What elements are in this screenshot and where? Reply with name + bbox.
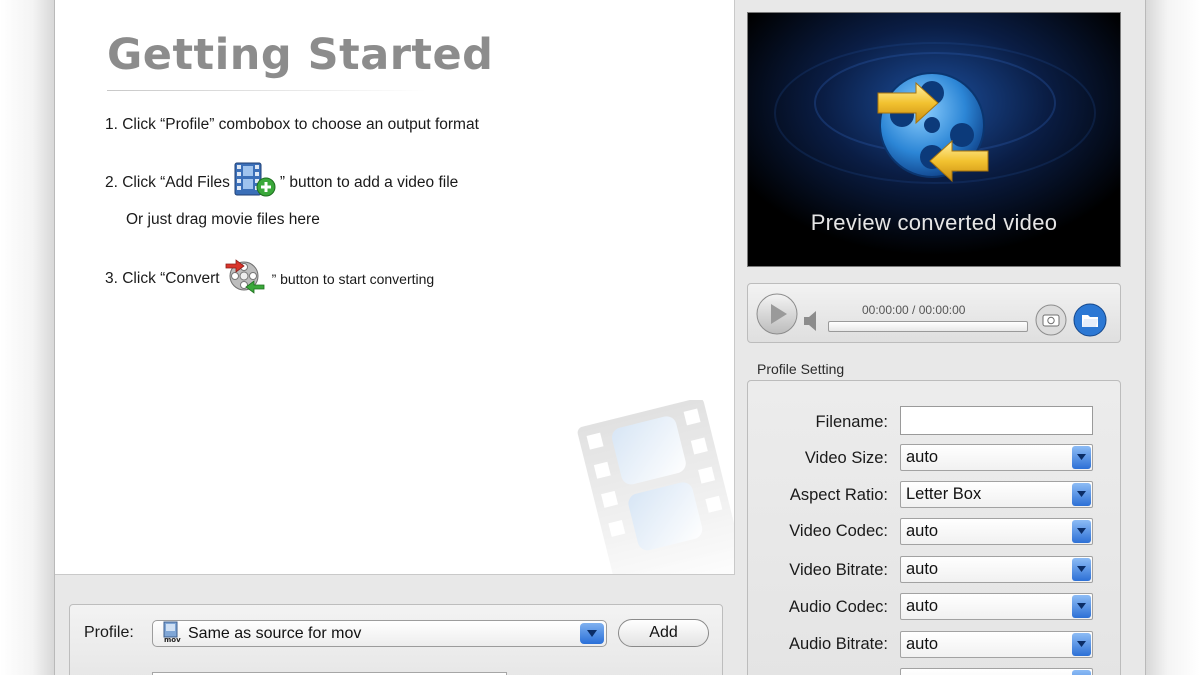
video-size-label: Video Size: (804, 449, 888, 467)
video-codec-value: auto (906, 522, 939, 540)
drop-area[interactable]: Getting Started 1. Click “Profile” combo… (55, 0, 735, 575)
mov-icon-label: mov (164, 636, 181, 643)
chevron-down-icon[interactable] (580, 623, 604, 644)
window-shadow-left (0, 0, 54, 675)
video-bitrate-select[interactable]: auto (900, 556, 1093, 583)
profile-label: Profile: (84, 624, 134, 641)
step-3-text-post: ” button to start converting (271, 270, 435, 287)
filename-label: Filename: (815, 413, 888, 431)
audio-codec-label: Audio Codec: (788, 598, 888, 616)
step-3: 3. Click “Convert ” button to start conv… (105, 256, 434, 301)
step-2-text-pre: 2. Click “Add Files (105, 173, 230, 191)
step-2-alt: Or just drag movie files here (126, 211, 320, 229)
mov-file-icon: mov (162, 621, 184, 647)
convert-icon (224, 256, 268, 301)
filename-input[interactable] (900, 406, 1093, 435)
audio-bitrate-value: auto (906, 635, 939, 653)
video-size-select[interactable]: auto (900, 444, 1093, 471)
step-2-text-post: ” button to add a video file (279, 173, 459, 191)
video-size-value: auto (906, 448, 939, 466)
audio-bitrate-select[interactable]: auto (900, 631, 1093, 658)
video-codec-label: Video Codec: (789, 522, 888, 540)
audio-codec-select[interactable]: auto (900, 593, 1093, 620)
chevron-down-icon[interactable] (1072, 595, 1091, 618)
aspect-ratio-value: Letter Box (906, 485, 982, 503)
profile-panel: Profile: mov Same as source for mov Add (69, 604, 723, 675)
seek-bar[interactable] (828, 321, 1028, 332)
aspect-ratio-label: Aspect Ratio: (789, 486, 888, 504)
chevron-down-icon[interactable] (1072, 670, 1091, 675)
video-preview: Preview converted video (747, 12, 1121, 267)
add-button[interactable]: Add (618, 619, 709, 647)
preview-caption: Preview converted video (810, 210, 1058, 235)
playback-time: 00:00:00 / 00:00:00 (862, 303, 966, 317)
audio-codec-value: auto (906, 597, 939, 615)
chevron-down-icon[interactable] (1072, 520, 1091, 543)
step-3-text-pre: 3. Click “Convert (105, 269, 220, 287)
aspect-ratio-select[interactable]: Letter Box (900, 481, 1093, 508)
window-shadow-right (1146, 0, 1200, 675)
profile-combobox-value: Same as source for mov (188, 624, 362, 642)
chevron-down-icon[interactable] (1072, 483, 1091, 506)
audio-bitrate-label: Audio Bitrate: (788, 635, 888, 653)
next-setting-select[interactable] (900, 668, 1093, 675)
title-divider (107, 90, 427, 91)
open-folder-icon[interactable] (1073, 303, 1107, 341)
chevron-down-icon[interactable] (1072, 633, 1091, 656)
play-icon[interactable] (756, 293, 798, 339)
film-strip-watermark-icon (577, 400, 734, 574)
video-bitrate-value: auto (906, 560, 939, 578)
chevron-down-icon[interactable] (1072, 558, 1091, 581)
profile-setting-panel: Filename: Video Size: auto Aspect Ratio:… (747, 380, 1121, 675)
step-1: 1. Click “Profile” combobox to choose an… (105, 116, 479, 134)
profile-setting-title: Profile Setting (757, 361, 845, 377)
video-bitrate-label: Video Bitrate: (789, 561, 888, 579)
chevron-down-icon[interactable] (1072, 446, 1091, 469)
player-controls: 00:00:00 / 00:00:00 (747, 283, 1121, 343)
step-2: 2. Click “Add Files ” button to add a vi… (105, 162, 458, 203)
app-window: Getting Started 1. Click “Profile” combo… (54, 0, 1146, 675)
step-2-alt-text: Or just drag movie files here (126, 211, 320, 228)
volume-icon[interactable] (804, 311, 818, 335)
video-codec-select[interactable]: auto (900, 518, 1093, 545)
step-1-text: 1. Click “Profile” combobox to choose an… (105, 116, 479, 133)
profile-combobox[interactable]: mov Same as source for mov (152, 620, 607, 647)
add-files-icon (234, 162, 276, 203)
getting-started-title: Getting Started (107, 30, 494, 80)
snapshot-camera-icon[interactable] (1035, 304, 1067, 340)
